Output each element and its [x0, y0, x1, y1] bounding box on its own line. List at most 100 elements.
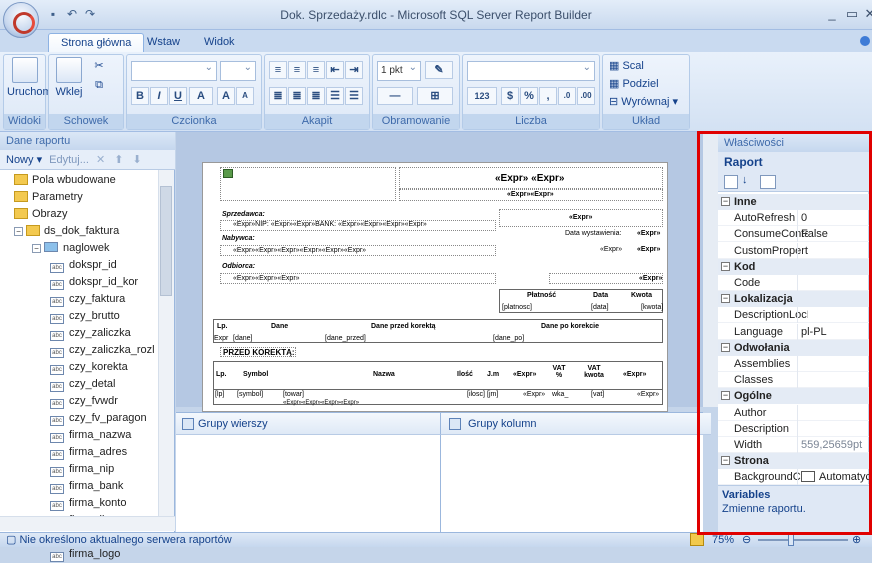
groups-divider	[440, 435, 441, 533]
delete-icon[interactable]: ✕	[96, 154, 105, 166]
tree-item-field[interactable]: abc czy_brutto	[50, 308, 120, 325]
tree-item-field[interactable]: abc firma_logo	[50, 546, 120, 563]
increase-decimal-button[interactable]: .0	[558, 87, 576, 105]
minimize-icon[interactable]: _	[822, 5, 842, 23]
tab-home[interactable]: Strona główna	[48, 33, 145, 52]
grow-font-button[interactable]: A	[217, 87, 235, 105]
new-button[interactable]: Nowy ▾	[6, 154, 42, 166]
issue-date-expr: «Expr»	[637, 230, 661, 237]
move-down-icon[interactable]: ⬇	[133, 154, 142, 166]
tree-item-field[interactable]: abc czy_zaliczka	[50, 325, 131, 342]
edit-button[interactable]: Edytuj...	[49, 154, 89, 166]
tree-item-db[interactable]: − ds_dok_faktura	[14, 223, 119, 240]
split-icon: ▦	[609, 78, 623, 90]
help-icon[interactable]	[860, 36, 870, 46]
border-style-button[interactable]: ✎	[425, 61, 453, 79]
italic-button[interactable]: I	[150, 87, 168, 105]
group-number: 123 $ % , .0 .00 Liczba	[462, 54, 600, 130]
merge-cells-button[interactable]: ▦ Scal	[609, 59, 689, 72]
item-value-vat-pct: wka_	[552, 391, 569, 398]
field-icon: abc	[50, 467, 64, 477]
tree-item-field[interactable]: abc czy_faktura	[50, 291, 125, 308]
shrink-font-button[interactable]: A	[236, 87, 254, 105]
collapse-icon[interactable]: −	[32, 244, 41, 253]
align-top-button[interactable]: ≣	[269, 87, 287, 105]
zoom-slider-thumb[interactable]	[788, 534, 794, 546]
underline-button[interactable]: U	[169, 87, 187, 105]
zoom-slider[interactable]	[758, 539, 848, 541]
border-width-combo[interactable]: 1 pkt	[377, 59, 421, 81]
close-icon[interactable]: ✕	[860, 5, 872, 23]
field-icon: abc	[50, 552, 64, 562]
zoom-level: 75%	[712, 534, 735, 546]
tree-item-field[interactable]: abc czy_zaliczka_rozl	[50, 342, 155, 359]
tree-item-label: Parametry	[32, 191, 83, 203]
tree-item-field[interactable]: abc firma_nazwa	[50, 427, 131, 444]
right-expr-3: «Expr»	[637, 246, 661, 253]
tree-item-field[interactable]: abc czy_fvwdr	[50, 393, 118, 410]
move-up-icon[interactable]: ⬆	[114, 154, 123, 166]
number-button[interactable]: 123	[467, 87, 497, 105]
font-name-combo[interactable]	[131, 59, 217, 81]
copy-icon[interactable]: ⧉	[91, 79, 107, 92]
tree-item-field[interactable]: abc czy_korekta	[50, 359, 128, 376]
tree-item-folder[interactable]: Parametry	[14, 189, 83, 206]
tree-horizontal-scrollbar[interactable]	[0, 516, 175, 531]
field-icon: abc	[50, 484, 64, 494]
paste-button[interactable]: Wklej	[53, 57, 85, 98]
decrease-decimal-button[interactable]: .00	[577, 87, 595, 105]
align-middle-button[interactable]: ≣	[288, 87, 306, 105]
tree-item-field[interactable]: abc firma_nip	[50, 461, 114, 478]
tab-view[interactable]: Widok	[192, 33, 247, 52]
logo-box[interactable]	[220, 167, 396, 201]
numbering-button[interactable]: ☰	[345, 87, 363, 105]
increase-indent-button[interactable]: ⇥	[345, 61, 363, 79]
header-title-expr: «Expr» «Expr»	[495, 173, 565, 184]
tree-item-folder[interactable]: Obrazy	[14, 206, 67, 223]
collapse-icon[interactable]: −	[14, 227, 23, 236]
border-color-button[interactable]: ⊞	[417, 87, 453, 105]
zoom-out-icon[interactable]: ⊖	[742, 533, 751, 547]
align-left-button[interactable]: ≡	[269, 61, 287, 79]
tree-item-table[interactable]: − naglowek	[32, 240, 109, 257]
tab-insert[interactable]: Wstaw	[135, 33, 192, 52]
items-divider	[213, 389, 663, 390]
field-icon: abc	[50, 263, 64, 273]
split-cells-button[interactable]: ▦ Podziel	[609, 77, 689, 90]
font-color-button[interactable]: A	[189, 87, 213, 105]
percent-button[interactable]: %	[520, 87, 538, 105]
zoom-in-icon[interactable]: ⊕	[852, 533, 861, 547]
tree-item-field[interactable]: abc czy_detal	[50, 376, 115, 393]
maximize-icon[interactable]: ▭	[842, 5, 862, 23]
row-groups-header[interactable]: Grupy wierszy	[176, 413, 440, 435]
align-objects-button[interactable]: ⊟ Wyrównaj ▾	[609, 95, 689, 108]
report-body[interactable]: «Expr» «Expr» «Expr»«Expr» Sprzedawca: «…	[202, 162, 668, 412]
decrease-indent-button[interactable]: ⇤	[326, 61, 344, 79]
number-format-combo[interactable]	[467, 59, 595, 81]
tree-item-field[interactable]: abc czy_fv_paragon	[50, 410, 147, 427]
item-header-vat-amount: VAT kwota	[584, 365, 604, 379]
payment-header-method: Płatność	[527, 292, 557, 299]
tree-scroll-thumb[interactable]	[160, 186, 172, 296]
bullets-button[interactable]: ☰	[326, 87, 344, 105]
tree-item-field[interactable]: abc dokspr_id_kor	[50, 274, 138, 291]
tree-item-field[interactable]: abc firma_bank	[50, 478, 123, 495]
align-bottom-button[interactable]: ≣	[307, 87, 325, 105]
tree-item-folder[interactable]: Pola wbudowane	[14, 172, 116, 189]
run-button[interactable]: Uruchom	[7, 57, 52, 98]
cut-icon[interactable]: ✂	[91, 59, 107, 72]
align-right-button[interactable]: ≡	[307, 61, 325, 79]
group-clipboard: Wklej ✂ ⧉ Schowek	[48, 54, 124, 130]
align-center-button[interactable]: ≡	[288, 61, 306, 79]
bold-button[interactable]: B	[131, 87, 149, 105]
tree-item-field[interactable]: abc dokspr_id	[50, 257, 117, 274]
comma-button[interactable]: ,	[539, 87, 557, 105]
tree-item-field[interactable]: abc firma_adres	[50, 444, 127, 461]
tree-item-label: firma_logo	[69, 548, 121, 560]
application-menu-button[interactable]	[3, 2, 39, 38]
payment-value-amount: [kwota]	[641, 304, 664, 311]
currency-button[interactable]: $	[501, 87, 519, 105]
tree-item-field[interactable]: abc firma_konto	[50, 495, 126, 512]
border-line-button[interactable]: —	[377, 87, 413, 105]
font-size-combo[interactable]	[220, 59, 256, 81]
